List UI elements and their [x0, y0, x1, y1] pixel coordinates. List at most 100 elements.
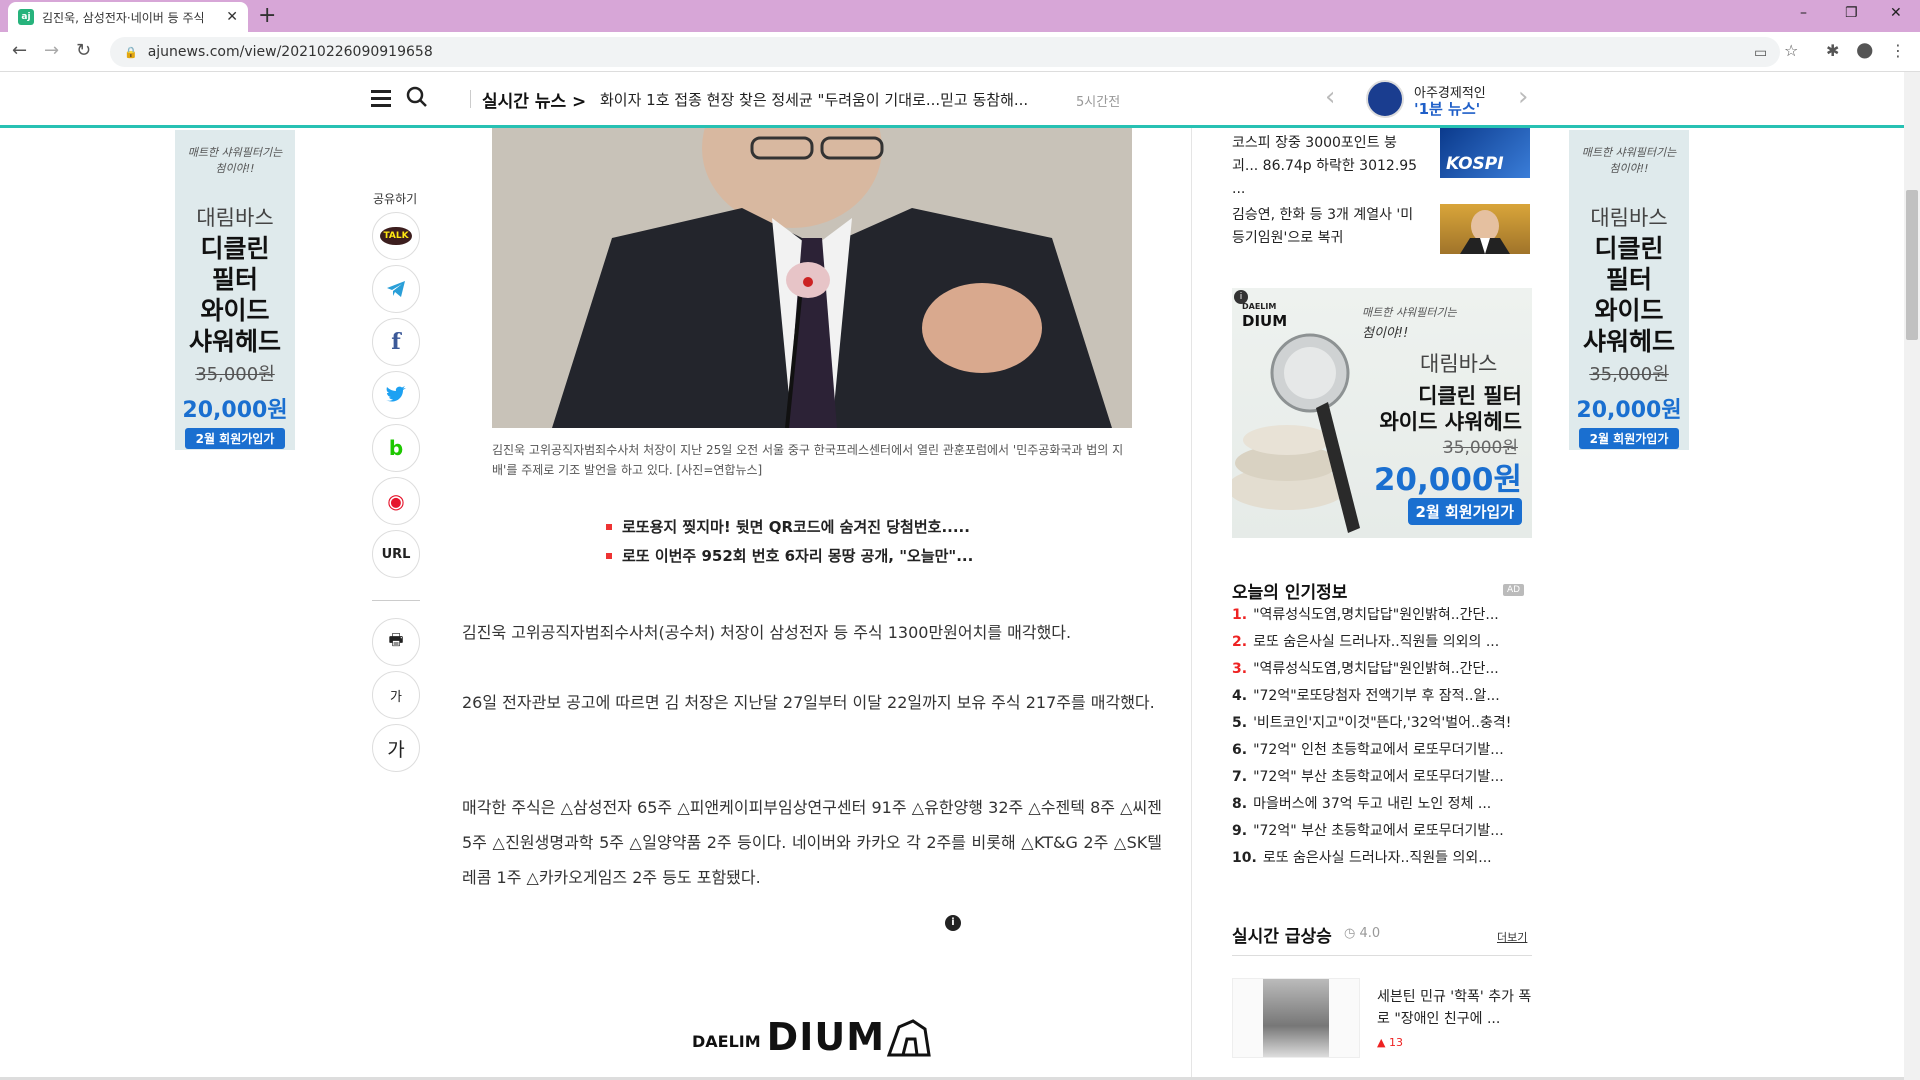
- back-arrow-icon[interactable]: ←: [12, 42, 27, 60]
- one-minute-news-title[interactable]: '1분 뉴스': [1414, 98, 1480, 119]
- more-link[interactable]: 더보기: [1497, 929, 1527, 945]
- facebook-share-button[interactable]: f: [372, 318, 420, 366]
- telegram-share-button[interactable]: [372, 265, 420, 313]
- popular-item[interactable]: 2. 로또 숨은사실 드러나자..직원들 의외의 ...: [1232, 629, 1532, 656]
- minimize-button[interactable]: –: [1800, 5, 1807, 21]
- print-icon: 🖶: [388, 629, 404, 649]
- popular-item-text[interactable]: "72억"로또당첨자 전액기부 후 잠적..알...: [1253, 688, 1500, 704]
- left-banner-ad[interactable]: 매트한 샤워필터기는 첨이야!! 대림바스 디클린 필터 와이드 샤워헤드 35…: [175, 130, 295, 450]
- popular-item-text[interactable]: 마을버스에 37억 두고 내린 노인 정체 ...: [1253, 796, 1491, 812]
- maximize-button[interactable]: ❐: [1845, 5, 1858, 21]
- popular-item-text[interactable]: "72억" 인천 초등학교에서 로또무더기발...: [1253, 742, 1504, 758]
- lock-icon: 🔒: [124, 45, 138, 59]
- related-links: 로또용지 찢지마! 뒷면 QR코드에 숨겨진 당첨번호..... 로또 이번주 …: [606, 516, 973, 574]
- forward-arrow-icon[interactable]: →: [44, 42, 59, 60]
- rank-number: 4.: [1232, 688, 1248, 704]
- ad-tagline: 매트한 샤워필터기는: [1362, 306, 1457, 319]
- address-bar[interactable]: 🔒 ajunews.com/view/20210226090919658: [110, 37, 1780, 67]
- ad-brand: 대림바스: [1590, 206, 1668, 230]
- ad-brand: 대림바스: [196, 206, 274, 230]
- realtime-thumbnail[interactable]: [1232, 978, 1360, 1058]
- hamburger-menu-icon[interactable]: [371, 90, 391, 108]
- related-link[interactable]: 로또 이번주 952회 번호 6자리 몽땅 공개, "오늘만"...: [606, 545, 973, 566]
- popular-item-text[interactable]: '비트코인'지고"이것"뜬다,'32억'벌어..충격!: [1253, 715, 1511, 731]
- extensions-puzzle-icon[interactable]: ✱: [1826, 42, 1839, 60]
- ad-badge: 2월 회원가입가: [185, 428, 285, 449]
- top-news-item[interactable]: 코스피 장중 3000포인트 붕괴... 86.74p 하락한 3012.95 …: [1232, 132, 1422, 201]
- ad-product-line: 디클린: [200, 234, 270, 263]
- band-share-button[interactable]: b: [372, 424, 420, 472]
- popular-list: 1. "역류성식도염,명치답답"원인밝혀..간단... 2. 로또 숨은사실 드러나…: [1232, 602, 1532, 872]
- popular-item[interactable]: 9. "72억" 부산 초등학교에서 로또무더기발...: [1232, 818, 1532, 845]
- popular-item[interactable]: 7. "72억" 부산 초등학교에서 로또무더기발...: [1232, 764, 1532, 791]
- bottom-ad-logo[interactable]: DAELIM DIUM: [692, 1015, 933, 1059]
- popular-item-text[interactable]: "72억" 부산 초등학교에서 로또무더기발...: [1253, 769, 1504, 785]
- weibo-icon: ◉: [387, 489, 405, 513]
- url-copy-button[interactable]: URL: [372, 530, 420, 578]
- kakaotalk-share-button[interactable]: TALK: [372, 212, 420, 260]
- rank-number: 8.: [1232, 796, 1248, 812]
- tab-title: 김진욱, 삼성전자·네이버 등 주식: [42, 10, 205, 25]
- popular-item[interactable]: 6. "72억" 인천 초등학교에서 로또무더기발...: [1232, 737, 1532, 764]
- popular-item[interactable]: 5. '비트코인'지고"이것"뜬다,'32억'벌어..충격!: [1232, 710, 1532, 737]
- font-larger-button[interactable]: 가: [372, 724, 420, 772]
- popular-item[interactable]: 10. 로또 숨은사실 드러나자..직원들 의외...: [1232, 845, 1532, 872]
- font-smaller-button[interactable]: 가: [372, 671, 420, 719]
- kospi-thumbnail[interactable]: KOSPI: [1440, 128, 1530, 178]
- realtime-rising-title: 실시간 급상승: [1232, 927, 1332, 947]
- popular-item-text[interactable]: 로또 숨은사실 드러나자..직원들 의외...: [1263, 850, 1492, 866]
- news-thumbnail[interactable]: [1440, 204, 1530, 254]
- twitter-share-button[interactable]: [372, 371, 420, 419]
- right-banner-ad[interactable]: 매트한 샤워필터기는 첨이야!! 대림바스 디클린 필터 와이드 샤워헤드 35…: [1569, 130, 1689, 450]
- browser-toolbar: ← → ↻ 🔒 ajunews.com/view/202102260909196…: [0, 32, 1920, 72]
- cast-icon[interactable]: ▭: [1754, 44, 1767, 62]
- popular-item[interactable]: 8. 마을버스에 37억 두고 내린 노인 정체 ...: [1232, 791, 1532, 818]
- ad-tagline: 매트한 샤워필터기는: [1581, 146, 1677, 159]
- band-icon: b: [388, 436, 404, 460]
- weibo-share-button[interactable]: ◉: [372, 477, 420, 525]
- ad-tagline-2: 첨이야!!: [215, 162, 255, 175]
- popular-item[interactable]: 3. "역류성식도염,명치답답"원인밝혀..간단...: [1232, 656, 1532, 683]
- top-news-item[interactable]: 김승연, 한화 등 3개 계열사 '미등기임원'으로 복귀: [1232, 204, 1422, 250]
- share-divider: [372, 600, 420, 601]
- twitter-icon: [386, 386, 406, 402]
- popular-item-text[interactable]: "역류성식도염,명치답답"원인밝혀..간단...: [1253, 661, 1499, 677]
- sidebar-ad[interactable]: i DAELIM DIUM 매트한 샤워필터기는 첨이야!! 대림바스 디클린 …: [1232, 288, 1532, 538]
- live-news-headline[interactable]: 화이자 1호 접종 현장 찾은 정세균 "두려움이 기대로...믿고 동참해..…: [600, 89, 1028, 110]
- prev-arrow-icon[interactable]: ‹: [1325, 84, 1335, 110]
- ad-product-line: 디클린: [1594, 234, 1664, 263]
- popular-item-text[interactable]: "역류성식도염,명치답답"원인밝혀..간단...: [1253, 607, 1499, 623]
- related-link-text[interactable]: 로또용지 찢지마! 뒷면 QR코드에 숨겨진 당첨번호.....: [622, 516, 970, 537]
- related-link-text[interactable]: 로또 이번주 952회 번호 6자리 몽땅 공개, "오늘만"...: [622, 545, 973, 566]
- tab-close-icon[interactable]: ✕: [226, 9, 238, 25]
- url-text: ajunews.com/view/20210226090919658: [147, 44, 433, 60]
- popular-item[interactable]: 4. "72억"로또당첨자 전액기부 후 잠적..알...: [1232, 683, 1532, 710]
- one-minute-news-logo[interactable]: [1366, 80, 1404, 118]
- article-photo-illustration: [492, 128, 1132, 428]
- popular-item-text[interactable]: "72억" 부산 초등학교에서 로또무더기발...: [1253, 823, 1504, 839]
- search-icon[interactable]: [406, 86, 428, 108]
- bookmark-star-icon[interactable]: ☆: [1784, 42, 1798, 60]
- ad-info-icon[interactable]: i: [945, 915, 961, 931]
- popular-item[interactable]: 1. "역류성식도염,명치답답"원인밝혀..간단...: [1232, 602, 1532, 629]
- popular-item-text[interactable]: 로또 숨은사실 드러나자..직원들 의외의 ...: [1253, 634, 1499, 650]
- realtime-item-text[interactable]: 세븐틴 민규 '학폭' 추가 폭로 "장애인 친구에 ...: [1377, 986, 1532, 1030]
- print-button[interactable]: 🖶: [372, 618, 420, 666]
- rank-number: 5.: [1232, 715, 1248, 731]
- live-news-label[interactable]: 실시간 뉴스 >: [482, 87, 586, 112]
- ad-old-price: 35,000원: [195, 364, 275, 385]
- related-link[interactable]: 로또용지 찢지마! 뒷면 QR코드에 숨겨진 당첨번호.....: [606, 516, 973, 537]
- ad-product-line: 와이드: [200, 296, 270, 325]
- browser-tab[interactable]: aj 김진욱, 삼성전자·네이버 등 주식 ✕: [8, 2, 248, 32]
- rank-number: 9.: [1232, 823, 1248, 839]
- profile-avatar-icon[interactable]: ●: [1856, 39, 1873, 59]
- reload-icon[interactable]: ↻: [76, 42, 91, 60]
- bullet-icon: [606, 523, 612, 530]
- menu-kebab-icon[interactable]: ⋮: [1890, 42, 1906, 60]
- article-photo: [492, 128, 1132, 428]
- scrollbar-thumb[interactable]: [1906, 190, 1918, 340]
- next-arrow-icon[interactable]: ›: [1518, 84, 1528, 110]
- close-window-button[interactable]: ✕: [1890, 5, 1902, 21]
- new-tab-button[interactable]: +: [258, 4, 276, 28]
- bullet-icon: [606, 552, 612, 559]
